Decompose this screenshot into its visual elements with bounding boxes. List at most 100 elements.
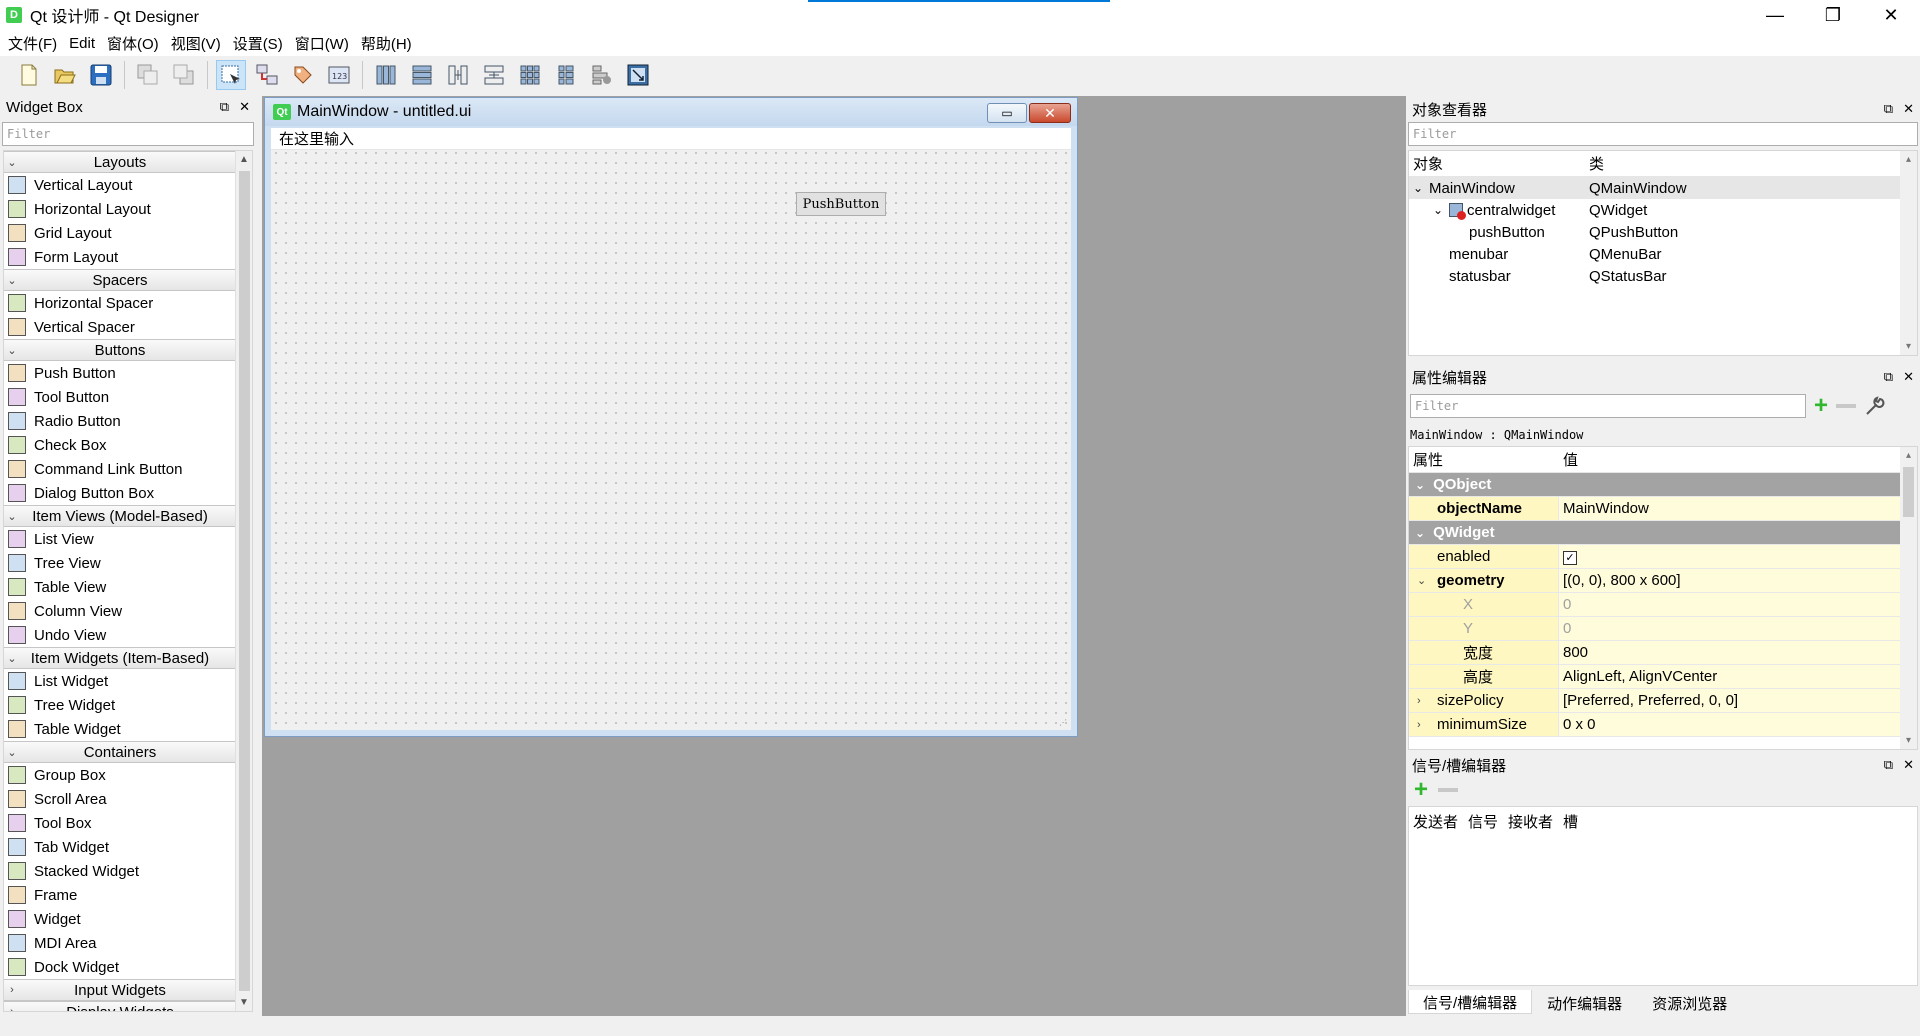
property-row-enabled[interactable]: enabled ✓ [1409,545,1902,569]
widget-command-link-button[interactable]: Command Link Button [4,457,236,481]
form-minimize-button[interactable]: ▭ [987,103,1027,123]
property-row-geometry[interactable]: ⌄ geometry [(0, 0), 800 x 600] [1409,569,1902,593]
float-dock-icon[interactable]: ⧉ [1884,369,1893,385]
add-dynamic-property-icon[interactable]: + [1814,394,1828,418]
close-button[interactable]: ✕ [1862,0,1920,30]
category-spacers[interactable]: ⌄ Spacers [4,269,236,291]
layout-v-splitter-button[interactable] [479,60,509,90]
widget-table-widget[interactable]: Table Widget [4,717,236,741]
widget-box-filter-input[interactable] [2,122,254,146]
column-header-object[interactable]: 对象 [1409,153,1589,174]
form-menu-placeholder[interactable]: 在这里输入 [279,128,354,149]
widget-grid-layout[interactable]: Grid Layout [4,221,236,245]
property-row-objectname[interactable]: objectName MainWindow [1409,497,1902,521]
column-header-sender[interactable]: 发送者 [1413,811,1458,832]
column-header-slot[interactable]: 槽 [1563,811,1578,832]
close-dock-icon[interactable]: ✕ [239,99,250,115]
widget-box-scrollbar[interactable]: ▲ ▼ [235,151,252,1011]
edit-signals-slots-button[interactable] [252,60,282,90]
form-close-button[interactable]: ✕ [1029,103,1071,123]
layout-form-button[interactable] [551,60,581,90]
widget-widget[interactable]: Widget [4,907,236,931]
widget-dock-widget[interactable]: Dock Widget [4,955,236,979]
widget-undo-view[interactable]: Undo View [4,623,236,647]
scroll-up-icon[interactable]: ▲ [236,151,252,168]
column-header-class[interactable]: 类 [1589,153,1604,174]
object-tree-scrollbar[interactable]: ▴ ▾ [1900,151,1917,355]
column-header-signal[interactable]: 信号 [1468,811,1498,832]
category-item-views-model-based[interactable]: ⌄ Item Views (Model-Based) [4,505,236,527]
property-value[interactable]: 0 x 0 [1559,716,1596,733]
widget-frame[interactable]: Frame [4,883,236,907]
float-dock-icon[interactable]: ⧉ [1884,757,1893,773]
close-dock-icon[interactable]: ✕ [1903,369,1914,385]
menu-edit[interactable]: Edit [63,35,101,52]
close-dock-icon[interactable]: ✕ [1903,757,1914,773]
remove-connection-icon[interactable] [1438,788,1459,792]
property-row-item[interactable]: 高度 AlignLeft, AlignVCenter [1409,665,1902,689]
column-header-value[interactable]: 值 [1559,449,1578,470]
widget-vertical-layout[interactable]: Vertical Layout [4,173,236,197]
property-row-minimumsize[interactable]: › minimumSize 0 x 0 [1409,713,1902,737]
property-group-qobject[interactable]: ⌄ QObject [1409,473,1902,497]
property-value[interactable]: [Preferred, Preferred, 0, 0] [1559,692,1738,709]
close-dock-icon[interactable]: ✕ [1903,101,1914,117]
scroll-down-icon[interactable]: ▾ [1900,732,1917,749]
widget-horizontal-layout[interactable]: Horizontal Layout [4,197,236,221]
property-row-item[interactable]: 宽度 800 [1409,641,1902,665]
category-display-widgets[interactable]: › Display Widgets [4,1001,236,1011]
float-dock-icon[interactable]: ⧉ [1884,101,1893,117]
scroll-up-icon[interactable]: ▴ [1900,151,1917,168]
widget-table-view[interactable]: Table View [4,575,236,599]
adjust-size-button[interactable] [623,60,653,90]
object-inspector-filter-input[interactable] [1408,122,1918,146]
property-row-x[interactable]: X0 [1409,593,1902,617]
form-window-title-bar[interactable]: Qt MainWindow - untitled.ui [265,98,1077,126]
expand-arrow-icon[interactable]: › [1417,695,1421,707]
menu-help[interactable]: 帮助(H) [355,33,418,54]
tab-signal-slot-editor[interactable]: 信号/槽编辑器 [1408,990,1533,1014]
widget-push-button[interactable]: Push Button [4,361,236,385]
property-value[interactable]: MainWindow [1559,500,1649,517]
scrollbar-thumb[interactable] [239,171,250,991]
bring-to-front-button[interactable] [169,60,199,90]
widget-list-widget[interactable]: List Widget [4,669,236,693]
property-value[interactable]: 800 [1559,644,1588,661]
form-canvas[interactable]: 在这里输入 PushButton ⋰ [271,128,1071,730]
property-value[interactable]: 0 [1559,596,1571,613]
new-file-button[interactable] [14,60,44,90]
minimize-button[interactable]: — [1746,0,1804,30]
edit-buddies-button[interactable] [288,60,318,90]
menu-window[interactable]: 窗口(W) [289,33,355,54]
remove-dynamic-property-icon[interactable] [1836,404,1857,408]
category-buttons[interactable]: ⌄ Buttons [4,339,236,361]
widget-stacked-widget[interactable]: Stacked Widget [4,859,236,883]
widget-check-box[interactable]: Check Box [4,433,236,457]
category-item-widgets-item-based[interactable]: ⌄ Item Widgets (Item-Based) [4,647,236,669]
property-value[interactable]: 0 [1559,620,1571,637]
property-value[interactable]: AlignLeft, AlignVCenter [1559,668,1717,685]
widget-tool-box[interactable]: Tool Box [4,811,236,835]
menu-file[interactable]: 文件(F) [2,33,63,54]
property-group-qwidget[interactable]: ⌄ QWidget [1409,521,1902,545]
property-row-y[interactable]: Y0 [1409,617,1902,641]
widget-tree-widget[interactable]: Tree Widget [4,693,236,717]
scrollbar-thumb[interactable] [1903,467,1914,517]
float-dock-icon[interactable]: ⧉ [220,99,229,115]
object-row-menubar[interactable]: menubar QMenuBar [1409,243,1917,265]
category-layouts[interactable]: ⌄ Layouts [4,151,236,173]
push-button-widget[interactable]: PushButton [796,192,886,216]
form-window[interactable]: Qt MainWindow - untitled.ui ▭ ✕ 在这里输入 Pu… [264,97,1078,737]
expand-arrow-icon[interactable]: ⌄ [1417,574,1426,587]
save-file-button[interactable] [86,60,116,90]
property-value[interactable]: [(0, 0), 800 x 600] [1559,572,1681,589]
layout-h-splitter-button[interactable] [443,60,473,90]
object-row-centralwidget[interactable]: ⌄ centralwidget QWidget [1409,199,1917,221]
property-editor-filter-input[interactable] [1410,394,1806,418]
menu-settings[interactable]: 设置(S) [227,33,289,54]
menu-view[interactable]: 视图(V) [165,33,227,54]
object-row-pushbutton[interactable]: pushButton QPushButton [1409,221,1917,243]
widget-tab-widget[interactable]: Tab Widget [4,835,236,859]
widget-vertical-spacer[interactable]: Vertical Spacer [4,315,236,339]
widget-tree-view[interactable]: Tree View [4,551,236,575]
